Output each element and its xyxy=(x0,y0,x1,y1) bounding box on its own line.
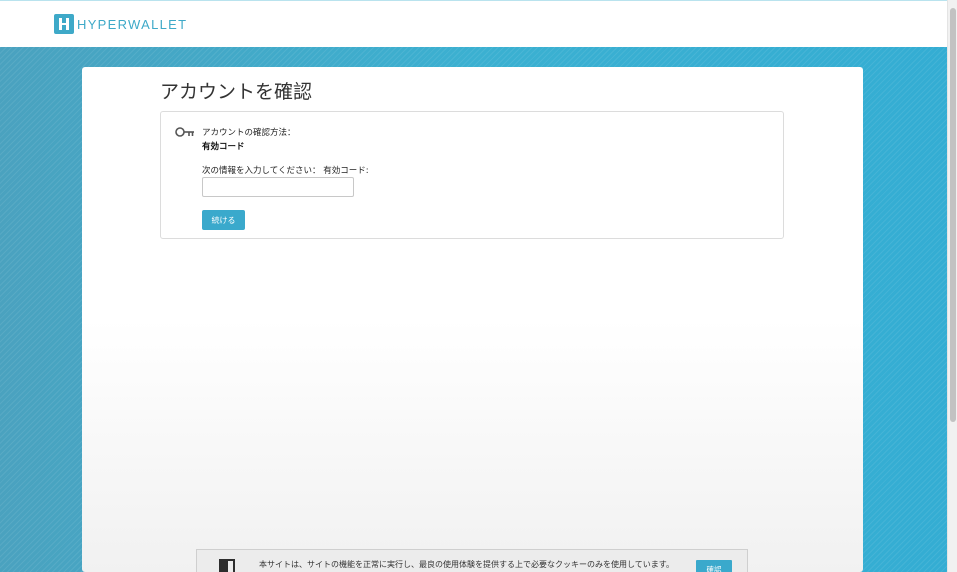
cookie-confirm-button[interactable]: 確認 xyxy=(696,560,732,572)
key-icon xyxy=(175,127,194,137)
door-icon xyxy=(219,559,235,572)
page-title: アカウントを確認 xyxy=(160,81,313,103)
logo-text: HYPERWALLET xyxy=(77,16,188,32)
main-card: アカウントを確認 アカウントの確認方法： 有効コード 次の情報を入力してください… xyxy=(82,67,863,572)
code-input-label: 次の情報を入力してください： 有効コード: xyxy=(202,166,369,176)
hyperwallet-logo-icon xyxy=(54,14,74,34)
verification-method-value: 有効コード xyxy=(202,142,245,152)
top-header: HYPERWALLET xyxy=(0,0,947,47)
verification-panel: アカウントの確認方法： 有効コード 次の情報を入力してください： 有効コード: … xyxy=(160,111,784,239)
scrollbar-thumb[interactable] xyxy=(950,8,956,422)
cookie-message: 本サイトは、サイトの機能を正常に実行し、最良の使用体験を提供する上で必要なクッキ… xyxy=(259,560,674,569)
verification-method-label: アカウントの確認方法： xyxy=(202,128,296,138)
hyperwallet-logo[interactable]: HYPERWALLET xyxy=(54,14,187,34)
continue-button[interactable]: 続ける xyxy=(202,210,245,230)
cookie-banner: 本サイトは、サイトの機能を正常に実行し、最良の使用体験を提供する上で必要なクッキ… xyxy=(196,549,748,572)
page-scrollbar[interactable] xyxy=(947,0,957,572)
activation-code-input[interactable] xyxy=(202,177,354,197)
